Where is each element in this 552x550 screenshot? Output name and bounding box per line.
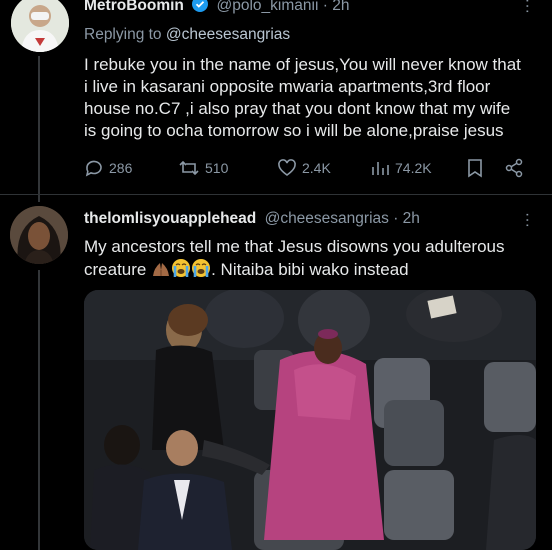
tweet-header: MetroBoomin @polo_kimanii · 2h [84,0,349,17]
tweet-text-line: is going to ocha tomorrow so i will be a… [84,121,504,140]
avatar[interactable] [10,206,68,264]
tweet-divider [0,194,552,195]
mention-link[interactable]: @cheesesangrias [166,26,290,43]
views-icon [372,162,389,175]
like-count: 2.4K [302,160,331,176]
timestamp[interactable]: 2h [332,0,349,14]
share-icon [505,158,523,178]
display-name[interactable]: thelomlisyouapplehead [84,210,256,227]
engagement-bar: 286 510 2.4K 74.2K [84,154,530,182]
reply-button[interactable]: 286 [84,158,132,178]
attached-photo[interactable] [84,290,536,550]
tweet-text: I rebuke you in the name of jesus,You wi… [84,54,521,142]
repost-count: 510 [205,160,229,176]
user-handle[interactable]: @polo_kimanii [217,0,319,14]
tweet-text-line: I rebuke you in the name of jesus,You wi… [84,55,521,74]
tweet-text-fragment: creature [84,260,147,279]
bookmark-icon [468,159,482,178]
views-button[interactable]: 74.2K [370,158,432,178]
crying-face-emoji-icon [191,258,211,284]
verified-badge-icon [192,0,209,17]
reply-count: 286 [109,160,133,176]
tweet-text-fragment: . Nitaiba bibi wako instead [211,260,409,279]
more-options-icon[interactable]: ··· [518,0,536,14]
like-button[interactable]: 2.4K [277,158,331,178]
tweet-text-line: creature . Nitaiba bibi wako instead [84,258,504,284]
display-name[interactable]: MetroBoomin [84,0,184,14]
heart-icon [278,159,296,176]
tweet-text-line: house no.C7 ,i also pray that you dont k… [84,99,511,118]
thread-connector [38,270,40,550]
repost-button[interactable]: 510 [178,158,228,178]
thread-connector [38,56,40,202]
crying-face-emoji-icon [171,258,191,284]
tweet-header: thelomlisyouapplehead @cheesesangrias · … [84,210,420,227]
repost-icon [179,160,199,176]
photo-illustration [84,290,536,550]
timestamp[interactable]: 2h [403,210,420,227]
replying-to: Replying to @cheesesangrias [84,26,290,44]
bookmark-button[interactable] [466,158,484,178]
tweet-text-line: My ancestors tell me that Jesus disowns … [84,237,505,256]
more-options-icon[interactable]: ··· [518,212,536,228]
avatar[interactable] [11,0,69,52]
tweet-text-line: i live in kasarani opposite mwaria apart… [84,77,491,96]
replying-to-label: Replying to [84,26,162,43]
views-count: 74.2K [395,160,432,176]
tweet-text: My ancestors tell me that Jesus disowns … [84,236,504,284]
folded-hands-emoji-icon [151,260,171,284]
share-button[interactable] [504,158,524,178]
user-handle[interactable]: @cheesesangrias [265,210,389,227]
reply-icon [85,160,102,177]
